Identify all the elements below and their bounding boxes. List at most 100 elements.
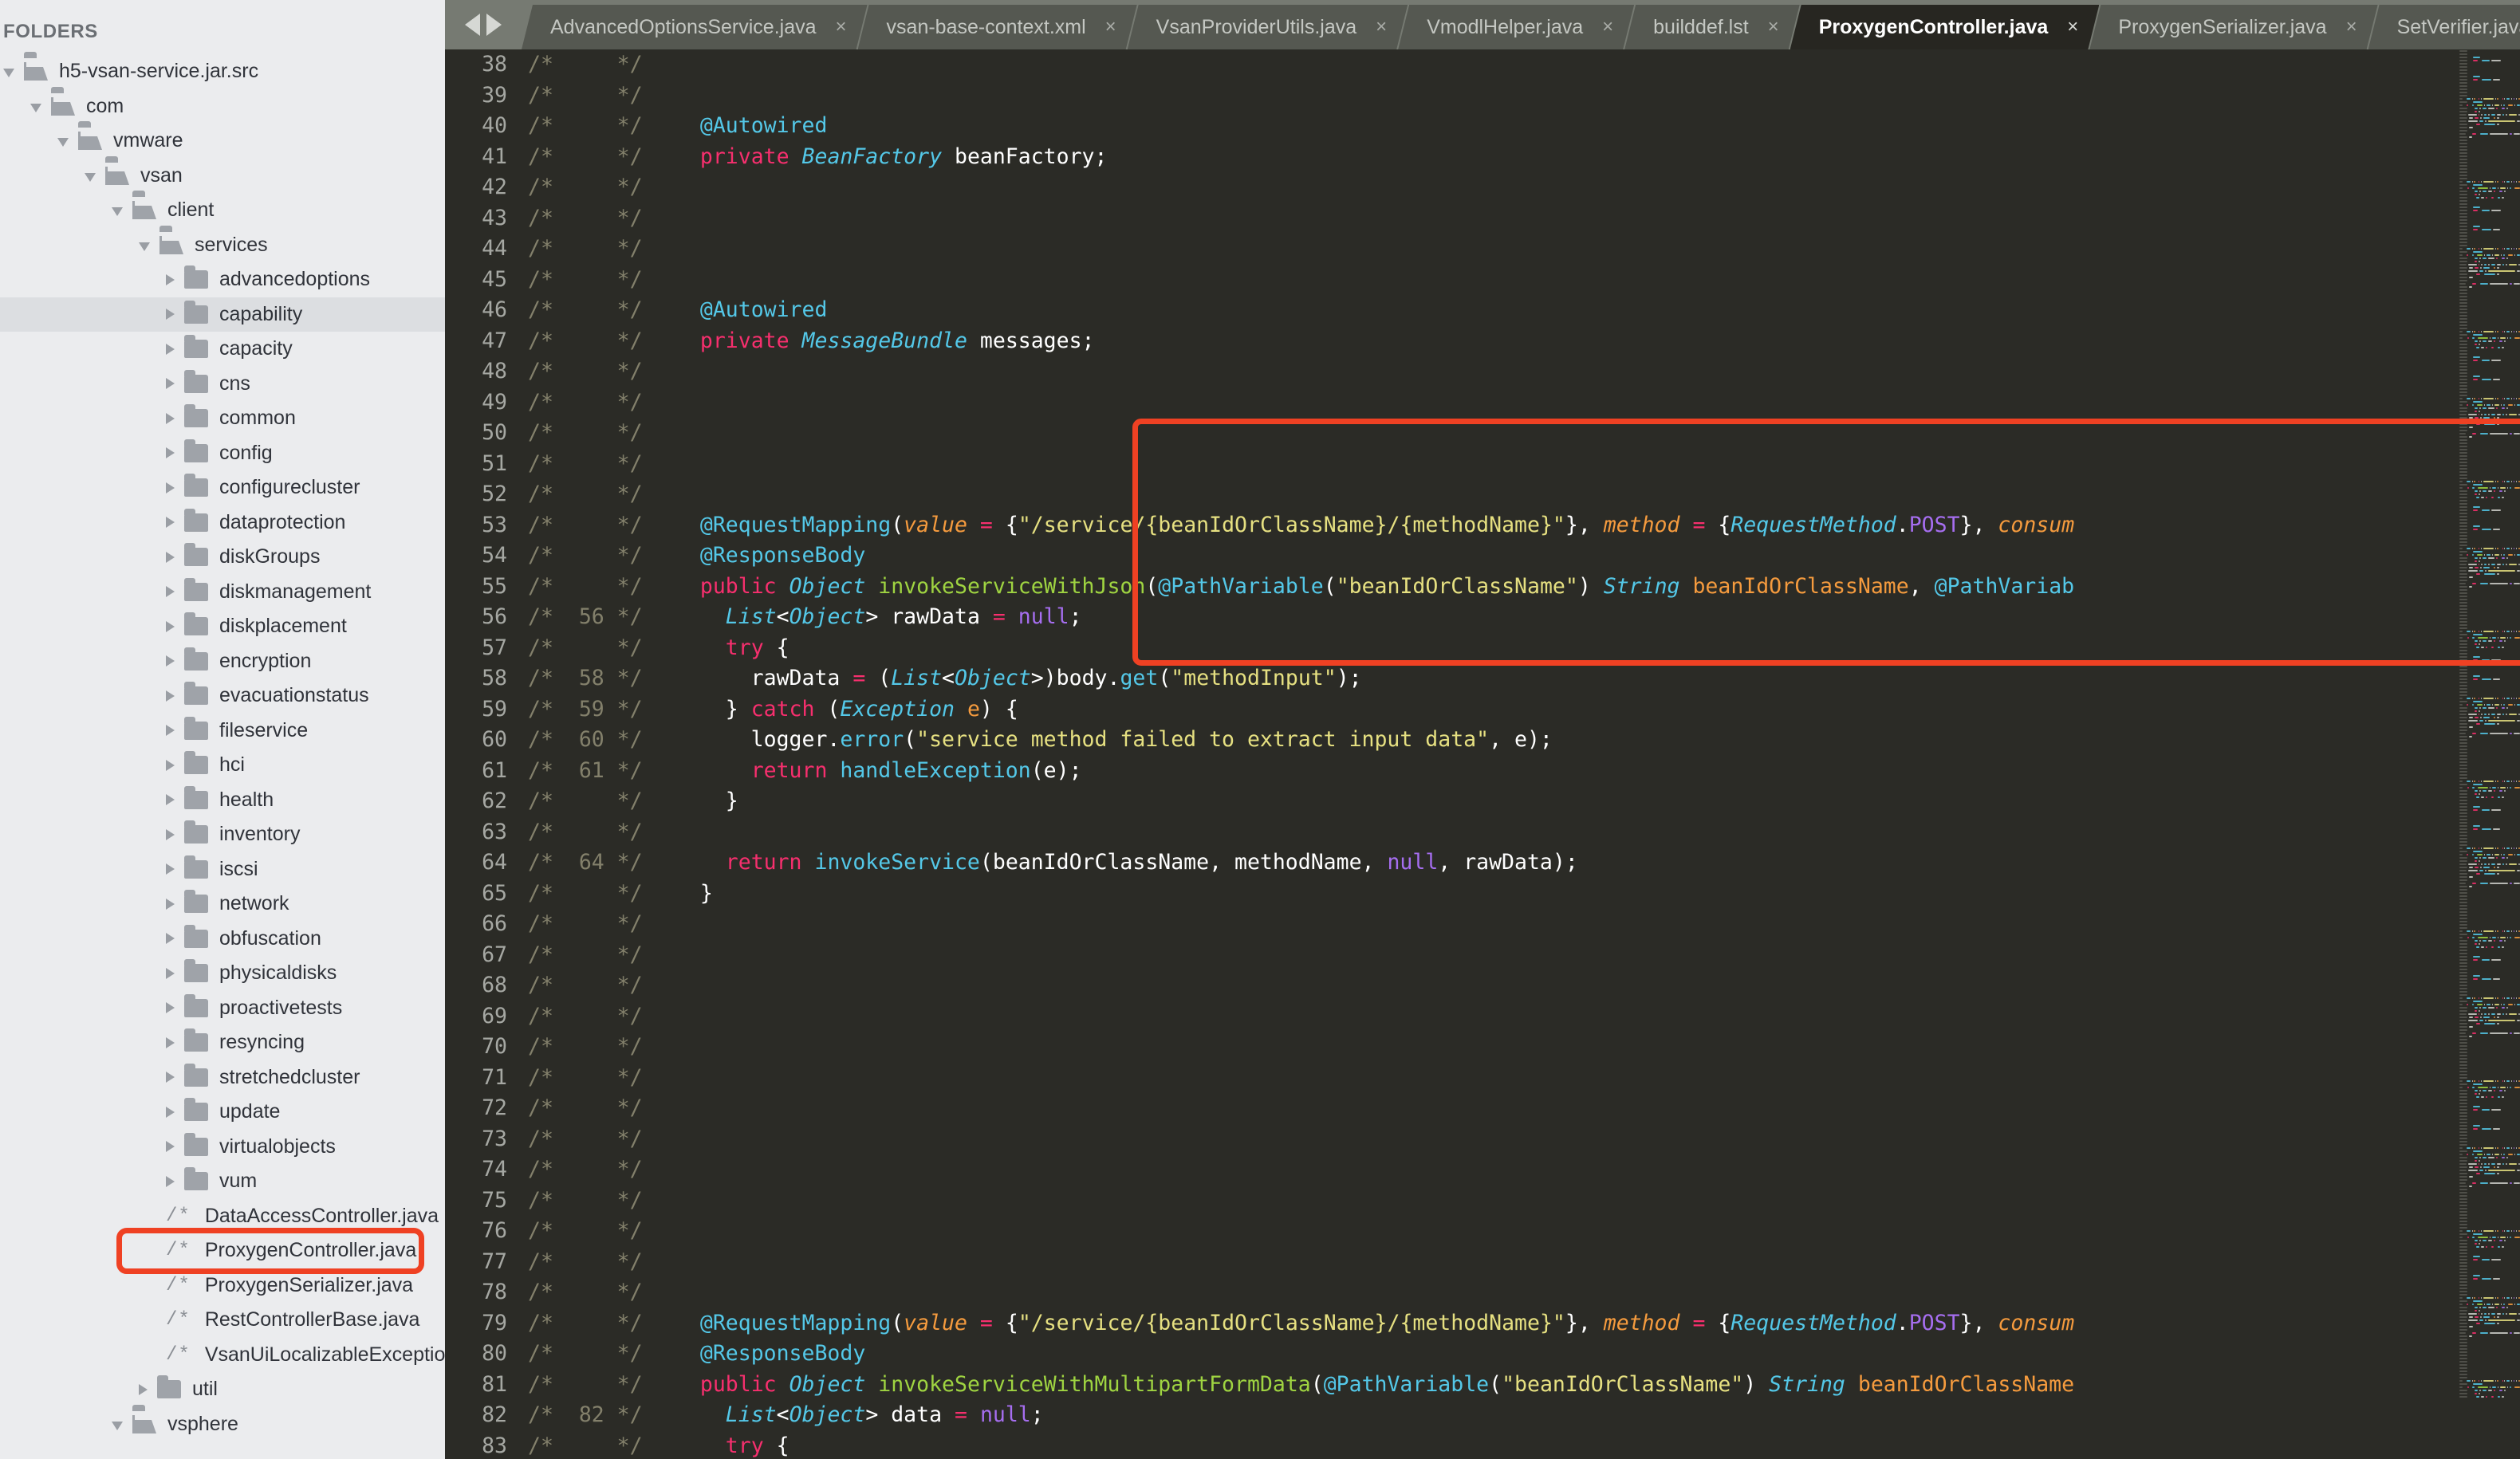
chevron-right-icon[interactable] <box>166 447 175 458</box>
chevron-down-icon[interactable] <box>85 173 96 182</box>
file-tree-folder[interactable]: configurecluster <box>0 470 445 505</box>
code-line[interactable]: 69/* */ <box>445 1001 2520 1032</box>
editor-tab[interactable]: ProxygenSerializer.java× <box>2089 5 2377 49</box>
code-line[interactable]: 60/* 60 */ logger.error("service method … <box>445 725 2520 756</box>
chevron-down-icon[interactable] <box>57 138 69 147</box>
close-icon[interactable]: × <box>1105 16 1116 38</box>
file-tree-folder[interactable]: health <box>0 783 445 818</box>
close-icon[interactable]: × <box>836 16 847 38</box>
code-line[interactable]: 57/* */ try { <box>445 633 2520 664</box>
file-tree-file[interactable]: /*ProxygenController.java <box>0 1233 445 1268</box>
editor-tab[interactable]: ProxygenController.java× <box>1790 5 2100 49</box>
code-line[interactable]: 52/* */ <box>445 479 2520 510</box>
code-content[interactable]: 38/* */39/* */40/* */ @Autowired41/* */ … <box>445 49 2520 1459</box>
chevron-right-icon[interactable] <box>166 968 175 979</box>
file-tree-folder[interactable]: obfuscation <box>0 922 445 957</box>
chevron-right-icon[interactable] <box>166 274 175 285</box>
chevron-right-icon[interactable] <box>139 1384 148 1395</box>
chevron-right-icon[interactable] <box>166 690 175 702</box>
code-line[interactable]: 56/* 56 */ List<Object> rawData = null; <box>445 602 2520 633</box>
file-tree-folder[interactable]: diskplacement <box>0 609 445 644</box>
chevron-right-icon[interactable] <box>166 655 175 667</box>
chevron-right-icon[interactable] <box>166 1141 175 1152</box>
close-icon[interactable]: × <box>2067 16 2078 38</box>
code-line[interactable]: 74/* */ <box>445 1154 2520 1186</box>
file-tree-folder[interactable]: capacity <box>0 332 445 367</box>
chevron-down-icon[interactable] <box>30 104 41 112</box>
code-line[interactable]: 76/* */ <box>445 1216 2520 1247</box>
chevron-down-icon[interactable] <box>3 69 14 77</box>
file-tree-folder[interactable]: vmware <box>0 124 445 159</box>
file-tree-folder[interactable]: resyncing <box>0 1025 445 1060</box>
file-tree-folder[interactable]: network <box>0 887 445 922</box>
file-tree-file[interactable]: /*RestControllerBase.java <box>0 1303 445 1338</box>
close-icon[interactable]: × <box>1602 16 1613 38</box>
triangle-right-icon[interactable] <box>486 14 502 36</box>
chevron-right-icon[interactable] <box>166 344 175 355</box>
code-line[interactable]: 67/* */ <box>445 940 2520 971</box>
code-line[interactable]: 78/* */ <box>445 1277 2520 1308</box>
chevron-right-icon[interactable] <box>166 413 175 424</box>
file-tree-folder[interactable]: diskmanagement <box>0 575 445 610</box>
chevron-right-icon[interactable] <box>166 309 175 320</box>
code-line[interactable]: 83/* */ try { <box>445 1431 2520 1459</box>
code-line[interactable]: 77/* */ <box>445 1247 2520 1278</box>
editor-tab[interactable]: SetVerifier.java× <box>2368 5 2520 49</box>
code-line[interactable]: 70/* */ <box>445 1032 2520 1063</box>
minimap[interactable] <box>2456 49 2520 1459</box>
editor-tab[interactable]: AdvancedOptionsService.java× <box>522 5 868 49</box>
file-tree-file[interactable]: /*ProxygenSerializer.java <box>0 1268 445 1304</box>
chevron-right-icon[interactable] <box>166 586 175 597</box>
file-tree-folder[interactable]: com <box>0 89 445 124</box>
code-line[interactable]: 44/* */ <box>445 234 2520 265</box>
code-line[interactable]: 72/* */ <box>445 1093 2520 1124</box>
file-tree-folder[interactable]: virtualobjects <box>0 1130 445 1165</box>
file-tree[interactable]: h5-vsan-service.jar.srccomvmwarevsanclie… <box>0 54 445 1441</box>
code-line[interactable]: 42/* */ <box>445 172 2520 203</box>
code-line[interactable]: 40/* */ @Autowired <box>445 111 2520 142</box>
code-line[interactable]: 46/* */ @Autowired <box>445 295 2520 326</box>
file-tree-folder[interactable]: vum <box>0 1164 445 1199</box>
code-line[interactable]: 64/* 64 */ return invokeService(beanIdOr… <box>445 847 2520 879</box>
file-tree-folder[interactable]: inventory <box>0 817 445 852</box>
file-tree-folder[interactable]: encryption <box>0 644 445 679</box>
code-line[interactable]: 82/* 82 */ List<Object> data = null; <box>445 1400 2520 1431</box>
file-tree-folder[interactable]: diskGroups <box>0 540 445 575</box>
file-tree-folder[interactable]: client <box>0 193 445 228</box>
code-line[interactable]: 59/* 59 */ } catch (Exception e) { <box>445 694 2520 726</box>
file-tree-folder[interactable]: vsphere <box>0 1407 445 1442</box>
chevron-right-icon[interactable] <box>166 933 175 944</box>
code-line[interactable]: 80/* */ @ResponseBody <box>445 1339 2520 1370</box>
close-icon[interactable]: × <box>1768 16 1779 38</box>
chevron-right-icon[interactable] <box>166 760 175 771</box>
tab-navigation[interactable] <box>445 0 522 49</box>
file-tree-folder[interactable]: services <box>0 228 445 263</box>
file-tree-file[interactable]: /*VsanUiLocalizableException.jav <box>0 1338 445 1373</box>
code-line[interactable]: 55/* */ public Object invokeServiceWithJ… <box>445 572 2520 603</box>
file-tree-folder[interactable]: cns <box>0 367 445 402</box>
code-line[interactable]: 39/* */ <box>445 81 2520 112</box>
chevron-down-icon[interactable] <box>112 1422 123 1430</box>
file-tree-folder[interactable]: advancedoptions <box>0 262 445 297</box>
chevron-right-icon[interactable] <box>166 725 175 736</box>
code-line[interactable]: 47/* */ private MessageBundle messages; <box>445 326 2520 357</box>
code-line[interactable]: 58/* 58 */ rawData = (List<Object>)body.… <box>445 663 2520 694</box>
code-line[interactable]: 41/* */ private BeanFactory beanFactory; <box>445 142 2520 173</box>
triangle-left-icon[interactable] <box>465 14 480 36</box>
file-tree-folder[interactable]: proactivetests <box>0 991 445 1026</box>
chevron-right-icon[interactable] <box>166 378 175 389</box>
file-tree-folder[interactable]: vsan <box>0 159 445 194</box>
chevron-right-icon[interactable] <box>166 1072 175 1083</box>
code-line[interactable]: 45/* */ <box>445 265 2520 296</box>
code-line[interactable]: 62/* */ } <box>445 786 2520 817</box>
chevron-right-icon[interactable] <box>166 1107 175 1118</box>
file-tree-folder[interactable]: update <box>0 1095 445 1130</box>
chevron-right-icon[interactable] <box>166 1176 175 1187</box>
editor-tab[interactable]: VsanProviderUtils.java× <box>1128 5 1408 49</box>
editor-tab[interactable]: VmodlHelper.java× <box>1398 5 1634 49</box>
code-line[interactable]: 65/* */ } <box>445 879 2520 910</box>
chevron-right-icon[interactable] <box>166 517 175 528</box>
chevron-right-icon[interactable] <box>166 899 175 910</box>
code-line[interactable]: 63/* */ <box>445 817 2520 848</box>
chevron-right-icon[interactable] <box>166 1002 175 1013</box>
